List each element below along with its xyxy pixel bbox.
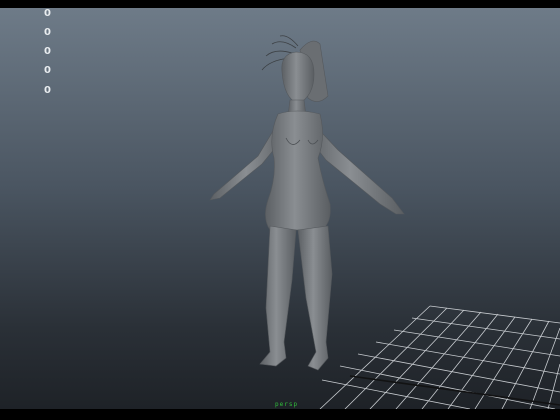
character-model[interactable] bbox=[209, 35, 405, 371]
camera-label: persp bbox=[275, 401, 299, 408]
3d-viewport[interactable]: 0 0 0 0 0 persp bbox=[0, 8, 560, 409]
scene-view bbox=[209, 35, 560, 409]
maya-window: 0 0 0 0 0 persp bbox=[0, 0, 560, 420]
floor-grid[interactable] bbox=[319, 305, 560, 409]
